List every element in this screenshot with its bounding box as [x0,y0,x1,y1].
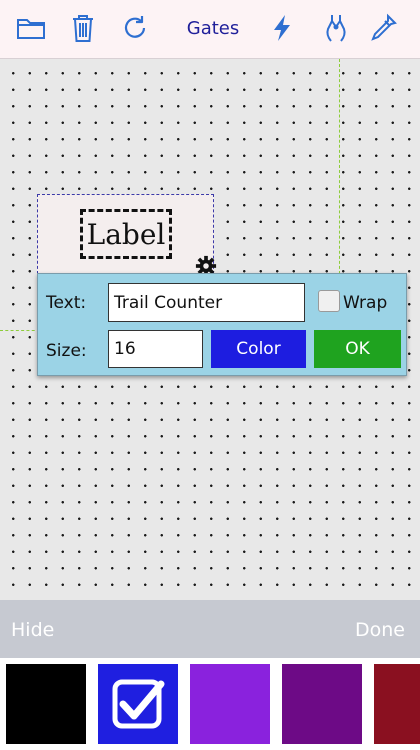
toolbar: Gates [0,0,420,59]
wrap-checkbox[interactable] [318,290,340,312]
hide-button[interactable]: Hide [11,619,54,641]
swatch-purple[interactable] [282,664,362,744]
swatch-blue[interactable] [98,664,178,744]
label-component[interactable]: Label [37,194,217,277]
swatch-maroon[interactable] [374,664,420,744]
wire-cutter-icon[interactable] [318,9,354,47]
trash-icon[interactable] [65,9,101,47]
color-button[interactable]: Color [211,330,306,368]
eyedropper-icon[interactable] [365,9,401,47]
text-field-label: Text: [46,293,87,313]
toolbar-title[interactable]: Gates [178,18,248,39]
size-field-label: Size: [46,341,87,361]
folder-icon[interactable] [13,9,49,47]
circuit-canvas[interactable]: Label Text: Trail Counter Wrap Size: 16 … [0,59,420,600]
alignment-guide-horizontal [0,330,40,331]
swatch-violet[interactable] [190,664,270,744]
label-component-text: Label [80,209,172,259]
color-swatches [0,658,420,750]
swatch-black[interactable] [6,664,86,744]
size-input[interactable]: 16 [108,330,203,368]
text-input[interactable]: Trail Counter [108,283,305,322]
alignment-guide-vertical [339,59,340,279]
label-settings-popup: Text: Trail Counter Wrap Size: 16 Color … [37,273,407,376]
done-button[interactable]: Done [355,619,405,641]
color-picker-bar: Hide Done [0,600,420,658]
checkmark-icon [112,679,165,729]
wrap-label: Wrap [343,293,388,313]
ok-button[interactable]: OK [314,330,401,368]
lightning-icon[interactable] [264,9,300,47]
refresh-icon[interactable] [117,9,153,47]
